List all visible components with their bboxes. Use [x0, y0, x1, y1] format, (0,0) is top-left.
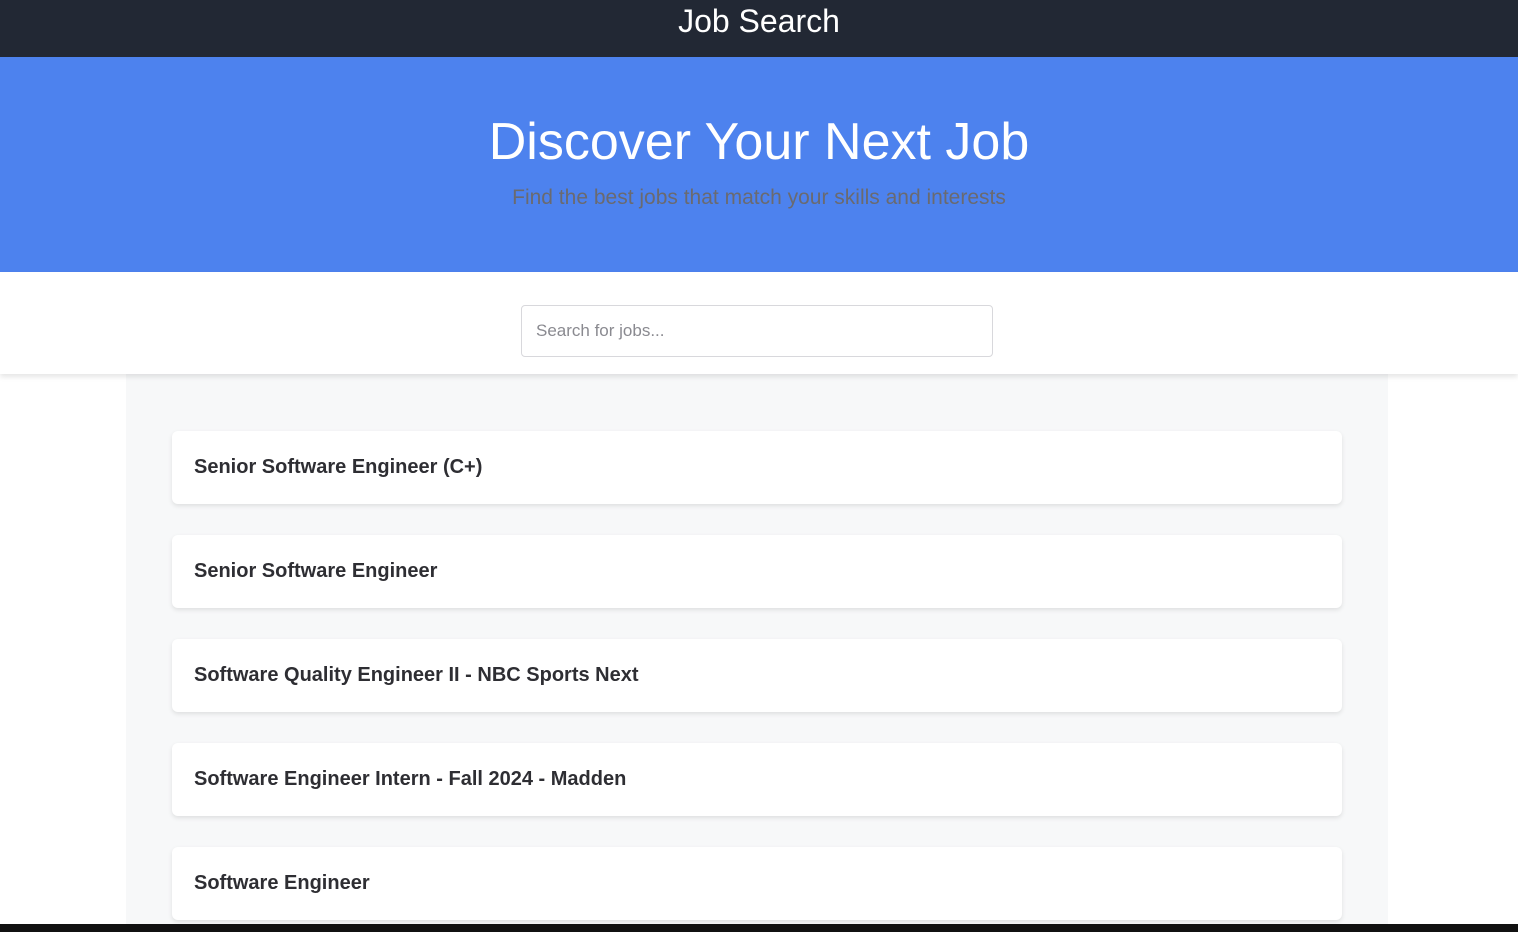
hero-banner: Discover Your Next Job Find the best job… — [0, 57, 1518, 272]
search-input[interactable] — [521, 305, 993, 357]
job-card[interactable]: Software Engineer Intern - Fall 2024 - M… — [172, 743, 1342, 816]
window-bottom-edge — [0, 924, 1518, 932]
top-bar: Job Search — [0, 0, 1518, 57]
job-card[interactable]: Software Engineer — [172, 847, 1342, 920]
job-title: Software Engineer Intern - Fall 2024 - M… — [194, 768, 627, 790]
hero-subtitle: Find the best jobs that match your skill… — [512, 186, 1006, 209]
hero-title: Discover Your Next Job — [488, 113, 1030, 171]
app-title: Job Search — [678, 3, 840, 39]
job-card[interactable]: Senior Software Engineer — [172, 535, 1342, 608]
job-results-list: Senior Software Engineer (C+) Senior Sof… — [126, 374, 1388, 932]
job-title: Senior Software Engineer — [194, 560, 438, 582]
search-section — [0, 272, 1518, 374]
job-title: Software Engineer — [194, 872, 370, 894]
job-title: Software Quality Engineer II - NBC Sport… — [194, 664, 639, 686]
job-card[interactable]: Senior Software Engineer (C+) — [172, 431, 1342, 504]
job-title: Senior Software Engineer (C+) — [194, 456, 483, 478]
job-card[interactable]: Software Quality Engineer II - NBC Sport… — [172, 639, 1342, 712]
